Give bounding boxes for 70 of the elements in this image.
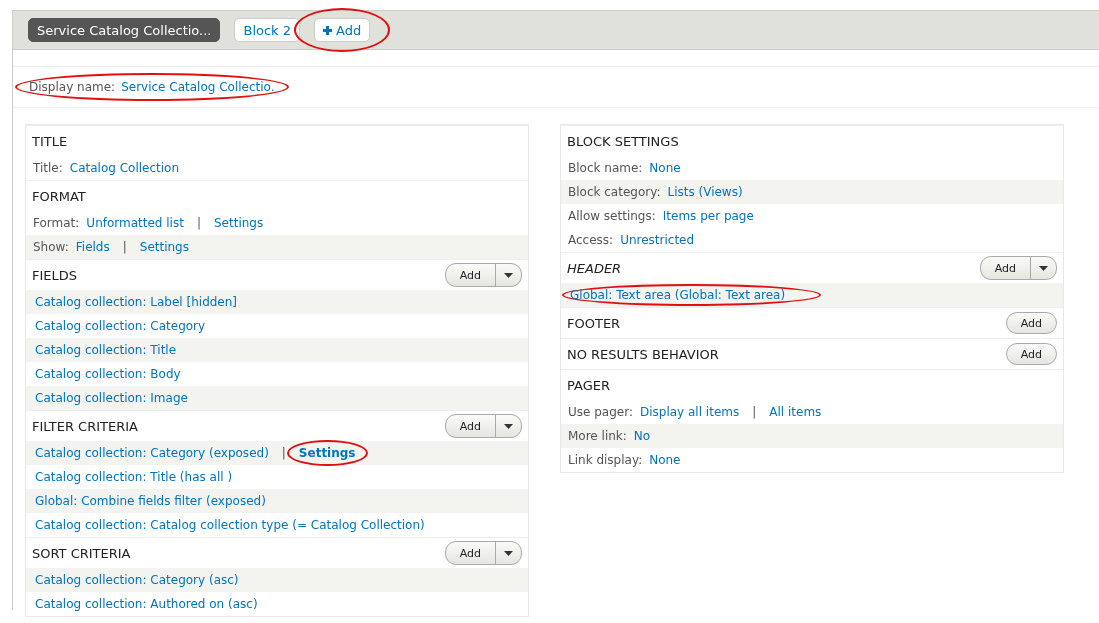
link[interactable]: Catalog collection: Label [hidden] bbox=[35, 295, 238, 309]
separator: | bbox=[122, 240, 127, 254]
link[interactable]: Catalog collection: Title bbox=[35, 343, 177, 357]
separator: | bbox=[281, 446, 286, 460]
caret-icon bbox=[504, 423, 513, 429]
link[interactable]: Unrestricted bbox=[620, 233, 695, 247]
link[interactable]: None bbox=[649, 161, 681, 175]
link[interactable]: Display all items bbox=[639, 405, 740, 419]
caret-icon bbox=[504, 272, 513, 278]
row-label: Format: bbox=[33, 216, 80, 230]
separator: | bbox=[752, 405, 757, 419]
add-split-button[interactable]: Add bbox=[444, 414, 522, 438]
add-button[interactable]: Add bbox=[1005, 343, 1057, 365]
row-label: Access: bbox=[568, 233, 614, 247]
section-title: PAGER bbox=[567, 377, 610, 393]
row-label: More link: bbox=[568, 429, 627, 443]
link[interactable]: Catalog collection: Catalog collection type (= Catalog Collection) bbox=[35, 518, 425, 532]
caret-icon bbox=[1039, 265, 1048, 271]
caret-icon bbox=[504, 550, 513, 556]
link[interactable]: Catalog Collection bbox=[69, 161, 180, 175]
section-title: BLOCK SETTINGS bbox=[567, 133, 679, 149]
link[interactable]: Items per page bbox=[662, 209, 754, 223]
link[interactable]: Unformatted list bbox=[86, 216, 184, 230]
add-display-button[interactable]: Add bbox=[314, 18, 371, 42]
add-button[interactable]: Add bbox=[445, 415, 495, 437]
link[interactable]: Catalog collection: Category (exposed) bbox=[35, 446, 269, 460]
section-title: HEADER bbox=[567, 260, 622, 276]
link[interactable]: No bbox=[633, 429, 651, 443]
link[interactable]: Catalog collection: Body bbox=[35, 367, 181, 381]
link[interactable]: Catalog collection: Authored on (asc) bbox=[35, 597, 258, 611]
display-tab[interactable]: Block 2 bbox=[234, 18, 301, 42]
plus-icon bbox=[323, 25, 333, 35]
link[interactable]: Global: Combine fields filter (exposed) bbox=[35, 494, 266, 508]
link[interactable]: Global: Text area (Global: Text area) bbox=[570, 288, 786, 302]
add-button[interactable]: Add bbox=[1005, 312, 1057, 334]
link[interactable]: Catalog collection: Category bbox=[35, 319, 206, 333]
add-button[interactable]: Add bbox=[445, 542, 495, 564]
link[interactable]: Settings bbox=[213, 216, 264, 230]
section-title: SORT CRITERIA bbox=[32, 545, 131, 561]
link[interactable]: Catalog collection: Category (asc) bbox=[35, 573, 239, 587]
link[interactable]: Catalog collection: Image bbox=[35, 391, 188, 405]
add-split-button[interactable]: Add bbox=[979, 256, 1057, 280]
add-split-button[interactable]: Add bbox=[444, 541, 522, 565]
add-button[interactable]: Add bbox=[445, 264, 495, 286]
row-label: Use pager: bbox=[568, 405, 633, 419]
link[interactable]: Fields bbox=[75, 240, 110, 254]
display-tab[interactable]: Service Catalog Collectio... bbox=[28, 18, 221, 42]
section-title: FORMAT bbox=[32, 188, 86, 204]
section-title: TITLE bbox=[32, 133, 68, 149]
section-title: FILTER CRITERIA bbox=[32, 418, 138, 434]
display-name-label: Display name: bbox=[29, 80, 116, 94]
section-title: FOOTER bbox=[567, 315, 621, 331]
section-title: FIELDS bbox=[32, 267, 78, 283]
add-split-button[interactable]: Add bbox=[444, 263, 522, 287]
link[interactable]: Settings bbox=[298, 446, 356, 460]
row-label: Link display: bbox=[568, 453, 643, 467]
row-label: Block category: bbox=[568, 185, 661, 199]
add-button[interactable]: Add bbox=[980, 257, 1030, 279]
link[interactable]: Settings bbox=[139, 240, 189, 254]
row-label: Block name: bbox=[568, 161, 643, 175]
display-name-link[interactable]: Service Catalog Collectio. bbox=[121, 80, 275, 94]
link[interactable]: Lists (Views) bbox=[667, 185, 743, 199]
row-label: Title: bbox=[33, 161, 63, 175]
link[interactable]: Catalog collection: Title (has all ) bbox=[35, 470, 233, 484]
section-title: NO RESULTS BEHAVIOR bbox=[567, 346, 719, 362]
separator: | bbox=[196, 216, 201, 230]
row-label: Show: bbox=[33, 240, 69, 254]
link[interactable]: All items bbox=[769, 405, 822, 419]
row-label: Allow settings: bbox=[568, 209, 656, 223]
link[interactable]: None bbox=[649, 453, 681, 467]
